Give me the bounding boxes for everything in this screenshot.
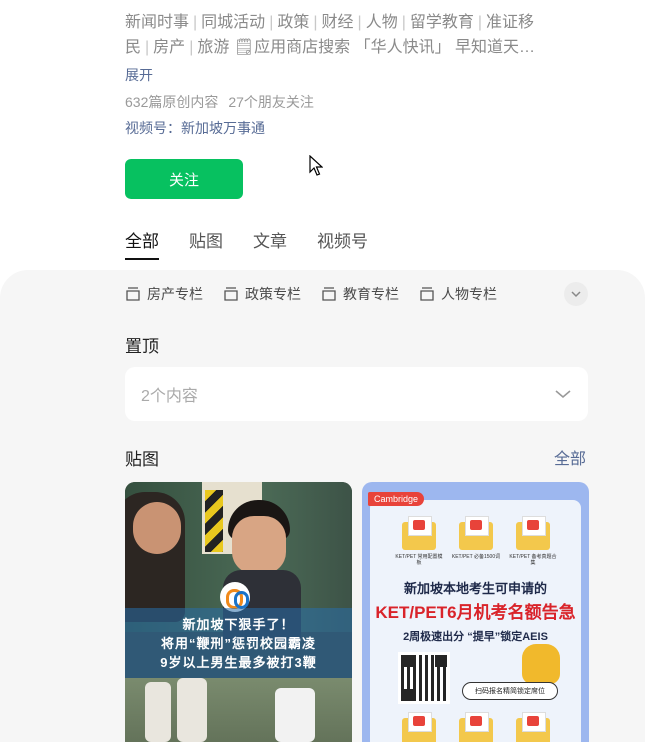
folder-icon <box>459 516 493 550</box>
desc-tag: 旅游 <box>197 39 230 56</box>
folder-icon <box>402 516 436 550</box>
poster-cta: 扫码报名精简锁定席位 <box>462 682 558 700</box>
desc-tag: 人物 <box>365 14 398 31</box>
card-caption: 新加坡下狠手了！ 将用“鞭刑”惩罚校园霸凌 9岁以上男生最多被打3鞭 <box>125 608 352 678</box>
boy-face <box>232 516 286 574</box>
posts-view-all-link[interactable]: 全部 <box>554 445 586 469</box>
folder-label: KET/PET 备考真题合集 <box>509 554 557 566</box>
column-policy[interactable]: 政策专栏 <box>223 284 301 304</box>
column-icon <box>322 287 336 301</box>
tab-posts[interactable]: 贴图 <box>189 227 223 260</box>
person-left-face <box>133 502 181 554</box>
figure <box>177 678 207 742</box>
description-line-2: 民 | 房产 | 旅游 🗒应用商店搜索 「华人快讯」 早知道天… <box>125 39 536 56</box>
content-tabs: 全部 贴图 文章 视频号 <box>125 227 398 260</box>
column-education[interactable]: 教育专栏 <box>321 284 399 304</box>
follow-button[interactable]: 关注 <box>125 159 243 199</box>
figure <box>275 688 315 742</box>
tab-all[interactable]: 全部 <box>125 227 159 260</box>
folder-icon <box>459 712 493 742</box>
column-label: 人物专栏 <box>441 286 497 302</box>
folder-icon <box>402 712 436 742</box>
original-count: 632篇原创内容 <box>125 94 219 110</box>
desc-tag: 留学教育 <box>409 14 474 31</box>
desc-suffix: 🗒应用商店搜索 「华人快讯」 早知道天… <box>233 39 536 56</box>
brand-tag: Cambridge <box>368 492 425 506</box>
poster-headline: 新加坡本地考生可申请的 <box>403 581 547 596</box>
desc-tag: 房产 <box>153 39 186 56</box>
desc-tag: 政策 <box>277 14 310 31</box>
pinned-section-title: 置顶 <box>125 337 159 356</box>
column-people[interactable]: 人物专栏 <box>419 284 497 304</box>
mouse-cursor-icon <box>309 155 323 176</box>
chevron-down-icon <box>555 390 571 399</box>
chevron-down-icon <box>571 291 581 298</box>
column-icon <box>126 287 140 301</box>
desc-tag: 准证移 <box>486 14 535 31</box>
desc-tag: 同城活动 <box>201 14 266 31</box>
folder-label: KET/PET 常用配置模板 <box>395 554 443 566</box>
caption-line: 9岁以上男生最多被打3鞭 <box>160 654 317 670</box>
account-description: 新闻时事 | 同城活动 | 政策 | 财经 | 人物 | 留学教育 | 准证移 民 | 房产 | 旅游 🗒应用商… <box>125 10 590 60</box>
warning-stripe <box>205 490 223 552</box>
folder-label: KET/PET 必备1500词 <box>451 554 501 560</box>
pinned-dropdown[interactable]: 2个内容 <box>125 367 588 421</box>
post-card-ket-pet[interactable]: Cambridge KET/PET 常用配置模板 KET/PET 必备1500词… <box>362 482 589 742</box>
tab-articles[interactable]: 文章 <box>253 227 287 260</box>
tab-video-channel[interactable]: 视频号 <box>317 227 368 260</box>
figure <box>145 682 171 742</box>
column-label: 房产专栏 <box>147 286 203 302</box>
column-icon <box>420 287 434 301</box>
account-stats: 632篇原创内容 27个朋友关注 <box>125 92 314 112</box>
column-housing[interactable]: 房产专栏 <box>125 284 203 304</box>
poster-title: KET/PET6月机考名额告急 <box>375 603 576 622</box>
folder-icon <box>516 712 550 742</box>
desc-tag: 财经 <box>321 14 354 31</box>
post-card-caning[interactable]: 新加坡下狠手了！ 将用“鞭刑”惩罚校园霸凌 9岁以上男生最多被打3鞭 <box>125 482 352 742</box>
column-list: 房产专栏 政策专栏 教育专栏 人物专栏 <box>125 284 517 304</box>
friends-following: 27个朋友关注 <box>228 94 314 110</box>
video-channel-link[interactable]: 视频号：新加坡万事通 <box>125 118 265 138</box>
pinned-summary: 2个内容 <box>141 388 198 405</box>
expand-link[interactable]: 展开 <box>125 65 153 85</box>
column-icon <box>224 287 238 301</box>
caption-line: 新加坡下狠手了！ <box>182 616 295 632</box>
poster-subtitle: 2周极速出分 “提早”锁定AEIS <box>403 631 548 643</box>
desc-tag: 民 <box>125 39 142 56</box>
column-label: 政策专栏 <box>245 286 301 302</box>
caption-line: 将用“鞭刑”惩罚校园霸凌 <box>160 635 316 651</box>
qr-code-icon <box>398 652 450 704</box>
folder-icon <box>516 516 550 550</box>
mascot-icon <box>522 644 560 684</box>
description-line-1: 新闻时事 | 同城活动 | 政策 | 财经 | 人物 | 留学教育 | 准证移 <box>125 14 535 31</box>
column-label: 教育专栏 <box>343 286 399 302</box>
posts-section-title: 贴图 <box>125 450 159 469</box>
columns-expand-button[interactable] <box>564 282 588 306</box>
desc-tag: 新闻时事 <box>125 14 190 31</box>
